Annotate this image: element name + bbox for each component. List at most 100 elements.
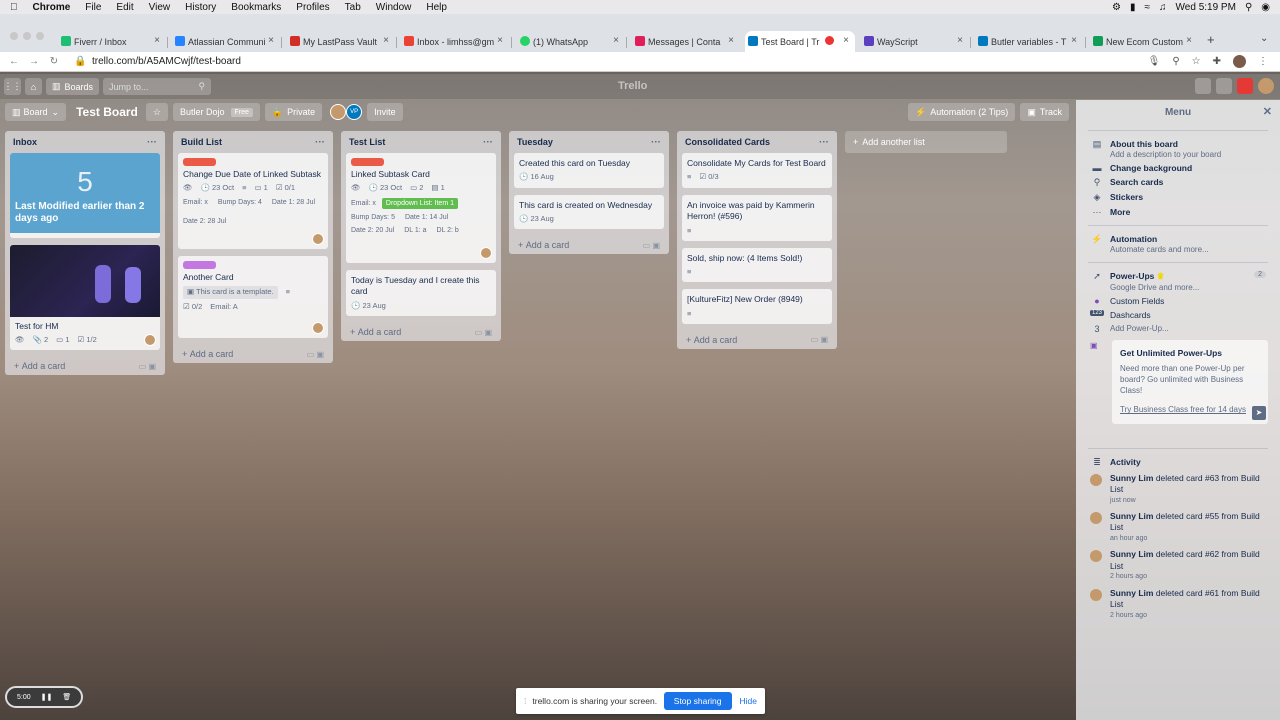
- maximize-window-icon[interactable]: [36, 32, 44, 40]
- menu-more[interactable]: ··· More: [1076, 205, 1280, 219]
- activity-time[interactable]: 2 hours ago: [1110, 572, 1266, 581]
- minimize-window-icon[interactable]: [23, 32, 31, 40]
- tab-test-board[interactable]: Test Board | Tr ×: [745, 31, 855, 52]
- list-menu-icon[interactable]: ···: [483, 137, 493, 148]
- home-icon[interactable]: ⌂: [25, 78, 42, 95]
- menu-about-board[interactable]: ▤ About this board Add a description to yo…: [1076, 137, 1280, 161]
- close-menu-icon[interactable]: ✕: [1263, 105, 1272, 118]
- tab-search-icon[interactable]: ⌄: [1260, 33, 1268, 44]
- activity-user[interactable]: Sunny Lim: [1110, 511, 1153, 521]
- new-tab-icon[interactable]: +: [1207, 32, 1215, 47]
- list-header[interactable]: Tuesday ···: [514, 131, 664, 153]
- menu-search-cards[interactable]: ⚲ Search cards: [1076, 175, 1280, 190]
- apple-icon[interactable]: : [10, 2, 18, 13]
- menu-view[interactable]: View: [149, 2, 171, 13]
- tab-butler-variables[interactable]: Butler variables - T ×: [975, 31, 1083, 52]
- volume-icon[interactable]: ♫: [1159, 2, 1167, 13]
- tab-messages[interactable]: Messages | Conta ×: [632, 31, 740, 52]
- menu-edit[interactable]: Edit: [116, 2, 133, 13]
- jump-to-search[interactable]: Jump to... ⚲: [103, 78, 212, 95]
- track-button[interactable]: ▣ Track: [1020, 103, 1069, 121]
- chrome-menu-icon[interactable]: ⋮: [1258, 56, 1268, 67]
- activity-avatar[interactable]: [1090, 512, 1102, 525]
- close-tab-icon[interactable]: ×: [1186, 35, 1192, 46]
- close-tab-icon[interactable]: ×: [1071, 35, 1077, 46]
- card-created-wednesday[interactable]: This card is created on Wednesday 🕒 23 A…: [514, 194, 664, 230]
- list-menu-icon[interactable]: ···: [147, 137, 157, 148]
- close-tab-icon[interactable]: ×: [728, 35, 734, 46]
- menu-tab[interactable]: Tab: [345, 2, 361, 13]
- send-icon[interactable]: ➤: [1252, 405, 1266, 420]
- member-avatar[interactable]: [330, 104, 347, 120]
- trello-logo[interactable]: Trello: [618, 80, 647, 92]
- close-tab-icon[interactable]: ×: [497, 35, 503, 46]
- card-change-due-date[interactable]: Change Due Date of Linked Subtask 👁 🕒 23…: [178, 153, 328, 249]
- menu-history[interactable]: History: [185, 2, 216, 13]
- tab-fiverr[interactable]: Fiverr / Inbox ×: [58, 31, 166, 52]
- menu-bookmarks[interactable]: Bookmarks: [231, 2, 281, 13]
- activity-avatar[interactable]: [1090, 550, 1102, 563]
- tab-gmail[interactable]: Inbox - limhss@gm ×: [401, 31, 509, 52]
- add-another-list-button[interactable]: + Add another list: [845, 131, 1007, 153]
- menu-help[interactable]: Help: [426, 2, 447, 13]
- close-window-icon[interactable]: [10, 32, 18, 40]
- activity-time[interactable]: an hour ago: [1110, 534, 1266, 543]
- list-header[interactable]: Consolidated Cards ···: [682, 131, 832, 153]
- activity-time[interactable]: just now: [1110, 496, 1266, 505]
- card-created-tuesday[interactable]: Created this card on Tuesday 🕒 16 Aug: [514, 153, 664, 188]
- list-title[interactable]: Test List: [349, 137, 385, 147]
- card-member-avatar[interactable]: [312, 322, 324, 334]
- card-template-icon[interactable]: ▭ ▣: [811, 335, 828, 344]
- close-tab-icon[interactable]: ×: [268, 35, 274, 46]
- card-template-icon[interactable]: ▭ ▣: [307, 350, 324, 359]
- activity-user[interactable]: Sunny Lim: [1110, 549, 1153, 559]
- wifi-icon[interactable]: ≈: [1145, 2, 1151, 13]
- add-card-button[interactable]: + Add a card ▭ ▣: [682, 331, 832, 349]
- menu-change-background[interactable]: ▬ Change background: [1076, 161, 1280, 175]
- list-menu-icon[interactable]: ···: [819, 137, 829, 148]
- menu-dashcards[interactable]: 123 Dashcards: [1076, 308, 1280, 322]
- forward-icon[interactable]: →: [28, 56, 40, 67]
- card-today-is-tuesday[interactable]: Today is Tuesday and I create this card …: [346, 270, 496, 317]
- menu-stickers[interactable]: ◈ Stickers: [1076, 190, 1280, 205]
- add-card-button[interactable]: + Add a card ▭ ▣: [346, 323, 496, 341]
- close-tab-icon[interactable]: ×: [383, 35, 389, 46]
- list-title[interactable]: Build List: [181, 137, 222, 147]
- menu-automation[interactable]: ⚡ Automation Automate cards and more...: [1076, 232, 1280, 256]
- close-tab-icon[interactable]: ×: [613, 35, 619, 46]
- menu-custom-fields[interactable]: ● Custom Fields: [1076, 294, 1280, 308]
- card-member-avatar[interactable]: [480, 247, 492, 259]
- menu-profiles[interactable]: Profiles: [296, 2, 329, 13]
- card-new-order[interactable]: [KultureFitz] New Order (8949) ≡: [682, 289, 832, 324]
- close-tab-icon[interactable]: ×: [843, 35, 849, 46]
- tab-atlassian[interactable]: Atlassian Communi ×: [172, 31, 280, 52]
- tab-whatsapp[interactable]: (1) WhatsApp ×: [517, 31, 625, 52]
- control-center-icon[interactable]: ◉: [1261, 2, 1270, 13]
- boards-button[interactable]: ▥ Boards: [46, 78, 100, 95]
- menu-power-ups[interactable]: ➚ Power-Ups ♛ 2 Google Drive and more...: [1076, 269, 1280, 294]
- list-title[interactable]: Inbox: [13, 137, 37, 147]
- list-header[interactable]: Build List ···: [178, 131, 328, 153]
- activity-avatar[interactable]: [1090, 588, 1102, 601]
- extensions-icon[interactable]: ✚: [1213, 56, 1221, 67]
- list-title[interactable]: Tuesday: [517, 137, 553, 147]
- gear-icon[interactable]: ⚙: [1112, 2, 1121, 13]
- board-title[interactable]: Test Board: [76, 105, 138, 119]
- add-card-button[interactable]: + Add a card ▭ ▣: [10, 357, 160, 375]
- automation-button[interactable]: ⚡ Automation (2 Tips): [908, 103, 1016, 121]
- pause-icon[interactable]: ❚❚: [41, 693, 53, 701]
- user-avatar[interactable]: [1258, 78, 1274, 94]
- add-card-button[interactable]: + Add a card ▭ ▣: [178, 345, 328, 363]
- apps-grid-icon[interactable]: ⋮⋮: [4, 78, 22, 95]
- card-consolidate[interactable]: Consolidate My Cards for Test Board ≡ ☑ …: [682, 153, 832, 188]
- card-test-for-hm[interactable]: Test for HM 👁 📎 2 ▭ 1 ☑ 1/2: [10, 244, 160, 351]
- activity-user[interactable]: Sunny Lim: [1110, 473, 1153, 483]
- zoom-icon[interactable]: ⚲: [1172, 56, 1179, 67]
- tab-lastpass[interactable]: My LastPass Vault ×: [287, 31, 395, 52]
- activity-user[interactable]: Sunny Lim: [1110, 588, 1153, 598]
- activity-time[interactable]: 2 hours ago: [1110, 611, 1266, 620]
- close-tab-icon[interactable]: ×: [957, 35, 963, 46]
- add-card-button[interactable]: + Add a card ▭ ▣: [514, 236, 664, 254]
- mic-icon[interactable]: 🎙: [1148, 56, 1161, 67]
- list-menu-icon[interactable]: ···: [651, 137, 661, 148]
